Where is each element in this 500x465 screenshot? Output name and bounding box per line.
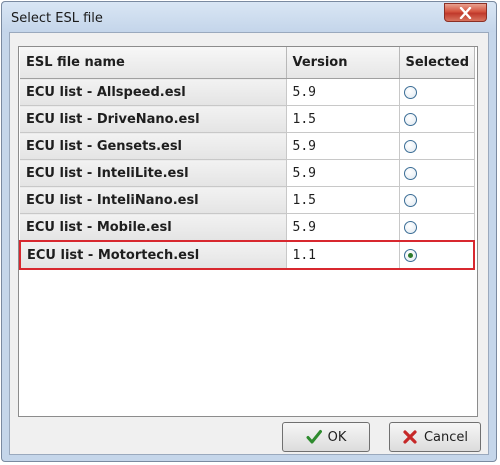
version-cell[interactable]: 5.9 (286, 132, 400, 160)
version-cell[interactable]: 5.9 (286, 78, 400, 106)
table-row[interactable]: ECU list - InteliNano.esl 1.5 (20, 186, 475, 214)
version-cell[interactable]: 5.9 (286, 159, 400, 187)
select-radio-button[interactable] (403, 248, 417, 262)
select-radio-button[interactable] (403, 85, 417, 99)
checkmark-icon (306, 430, 322, 444)
esl-file-name-cell[interactable]: ECU list - InteliNano.esl (20, 186, 287, 214)
select-radio-button[interactable] (403, 112, 417, 126)
selected-cell (399, 213, 475, 242)
selected-cell (399, 159, 475, 187)
selected-cell (399, 105, 475, 133)
esl-table: ESL file name Version Selected ECU list … (19, 47, 475, 270)
table-row[interactable]: ECU list - Gensets.esl 5.9 (20, 132, 475, 160)
cancel-label: Cancel (423, 429, 469, 445)
column-header-esl-file-name[interactable]: ESL file name (20, 47, 287, 79)
close-icon (459, 7, 472, 19)
title-bar[interactable]: Select ESL file (2, 2, 496, 32)
column-header-version[interactable]: Version (286, 47, 400, 79)
version-cell[interactable]: 1.1 (286, 240, 400, 270)
column-header-selected[interactable]: Selected (399, 47, 475, 79)
dialog-body: ESL file name Version Selected ECU list … (9, 32, 489, 455)
select-radio-button[interactable] (403, 139, 417, 153)
esl-file-name-cell[interactable]: ECU list - Gensets.esl (20, 132, 287, 160)
version-cell[interactable]: 5.9 (286, 213, 400, 242)
esl-file-name-cell[interactable]: ECU list - Allspeed.esl (20, 78, 287, 106)
window-title: Select ESL file (11, 11, 103, 26)
select-radio-button[interactable] (403, 193, 417, 207)
table-row[interactable]: ECU list - Allspeed.esl 5.9 (20, 78, 475, 106)
cancel-button[interactable]: Cancel (389, 422, 481, 452)
ok-button[interactable]: OK (282, 422, 370, 452)
selected-cell (399, 240, 475, 270)
x-icon (403, 430, 417, 444)
version-cell[interactable]: 1.5 (286, 186, 400, 214)
table-row[interactable]: ECU list - Motortech.esl 1.1 (19, 240, 475, 270)
selected-cell (399, 78, 475, 106)
version-cell[interactable]: 1.5 (286, 105, 400, 133)
selected-cell (399, 132, 475, 160)
select-radio-button[interactable] (403, 166, 417, 180)
ok-label: OK (327, 429, 347, 445)
close-button[interactable] (444, 3, 487, 22)
esl-file-name-cell[interactable]: ECU list - InteliLite.esl (20, 159, 287, 187)
table-row[interactable]: ECU list - DriveNano.esl 1.5 (20, 105, 475, 133)
esl-file-name-cell[interactable]: ECU list - DriveNano.esl (20, 105, 287, 133)
esl-file-grid: ESL file name Version Selected ECU list … (18, 46, 478, 417)
selected-cell (399, 186, 475, 214)
esl-file-name-cell[interactable]: ECU list - Mobile.esl (20, 213, 287, 242)
table-row[interactable]: ECU list - Mobile.esl 5.9 (20, 213, 475, 242)
select-radio-button[interactable] (403, 220, 417, 234)
table-header-row: ESL file name Version Selected (20, 47, 475, 79)
table-row[interactable]: ECU list - InteliLite.esl 5.9 (20, 159, 475, 187)
esl-file-name-cell[interactable]: ECU list - Motortech.esl (19, 240, 287, 270)
select-esl-dialog: Select ESL file ESL file name Version Se… (1, 1, 497, 462)
